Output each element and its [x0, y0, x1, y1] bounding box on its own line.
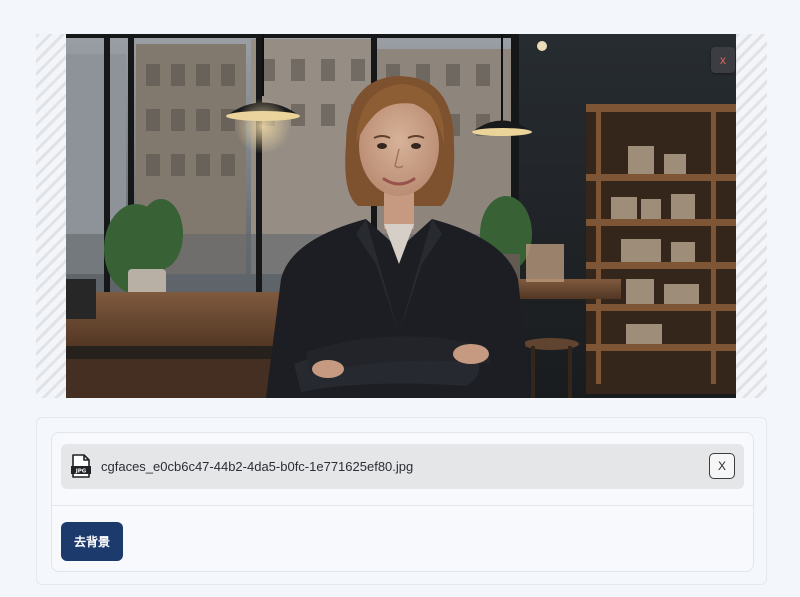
file-type-label: JPG [75, 468, 87, 474]
remove-file-button[interactable]: X [709, 453, 735, 479]
close-icon: x [720, 53, 726, 67]
image-preview-area [36, 34, 767, 398]
remove-background-button[interactable]: 去背景 [61, 522, 123, 561]
close-icon: X [717, 459, 726, 473]
divider [52, 505, 753, 506]
remove-image-button[interactable]: x [711, 47, 735, 73]
uploaded-photo [66, 34, 736, 398]
upload-card: JPG cgfaces_e0cb6c47-44b2-4da5-b0fc-1e77… [51, 432, 754, 572]
file-name: cgfaces_e0cb6c47-44b2-4da5-b0fc-1e771625… [101, 459, 414, 474]
upload-panel: JPG cgfaces_e0cb6c47-44b2-4da5-b0fc-1e77… [36, 417, 767, 585]
jpg-file-icon: JPG [71, 454, 91, 478]
file-list-item: JPG cgfaces_e0cb6c47-44b2-4da5-b0fc-1e77… [61, 444, 744, 489]
